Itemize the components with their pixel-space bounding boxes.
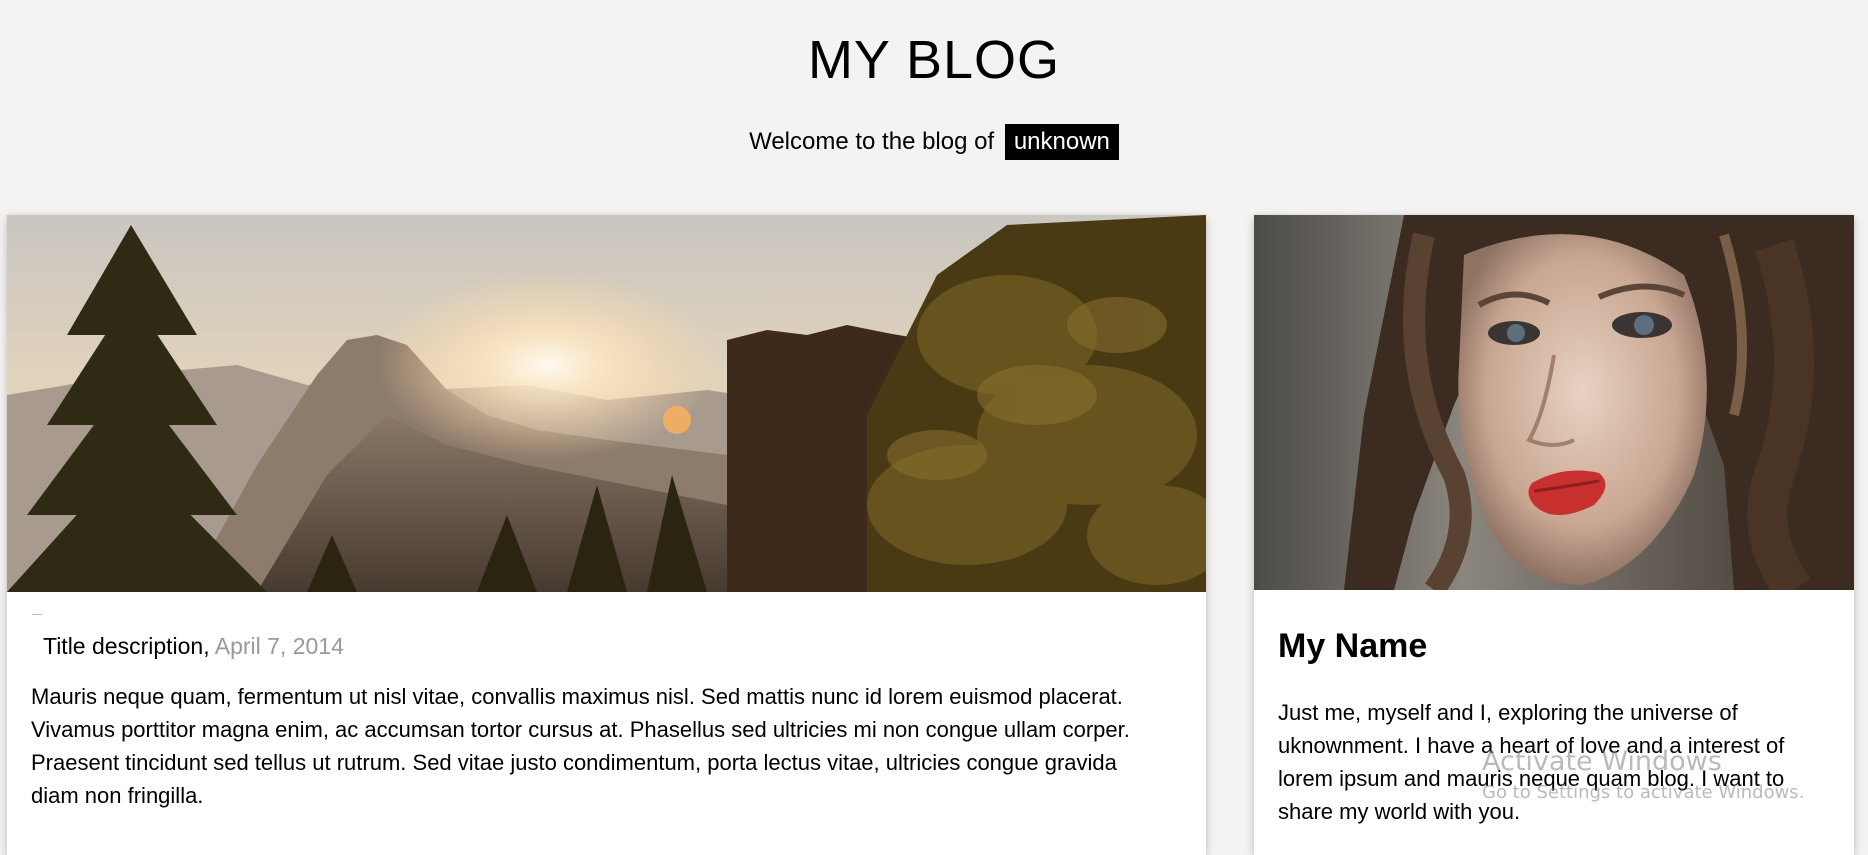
welcome-line: Welcome to the blog of unknown xyxy=(0,124,1868,160)
post-body: Title description, April 7, 2014 Mauris … xyxy=(7,614,1206,812)
author-tag: unknown xyxy=(1004,124,1119,160)
post-meta: Title description, April 7, 2014 xyxy=(43,633,1182,660)
activate-windows-watermark: Activate Windows Go to Settings to activ… xyxy=(1482,746,1804,806)
post-title: Title description, xyxy=(43,633,210,659)
post-divider xyxy=(32,614,42,615)
post-text: Mauris neque quam, fermentum ut nisl vit… xyxy=(31,684,1130,808)
post-date: April 7, 2014 xyxy=(214,633,344,659)
profile-photo xyxy=(1254,215,1854,590)
watermark-title: Activate Windows xyxy=(1482,746,1722,777)
blog-post-card: Title description, April 7, 2014 Mauris … xyxy=(7,215,1206,855)
landscape-image xyxy=(7,215,1206,592)
site-title: MY BLOG xyxy=(807,30,1061,90)
blog-header: MY BLOG Welcome to the blog of unknown xyxy=(0,0,1868,160)
profile-name: My Name xyxy=(1278,627,1428,665)
welcome-text: Welcome to the blog of xyxy=(749,128,995,155)
watermark-subtitle: Go to Settings to activate Windows. xyxy=(1482,782,1805,803)
